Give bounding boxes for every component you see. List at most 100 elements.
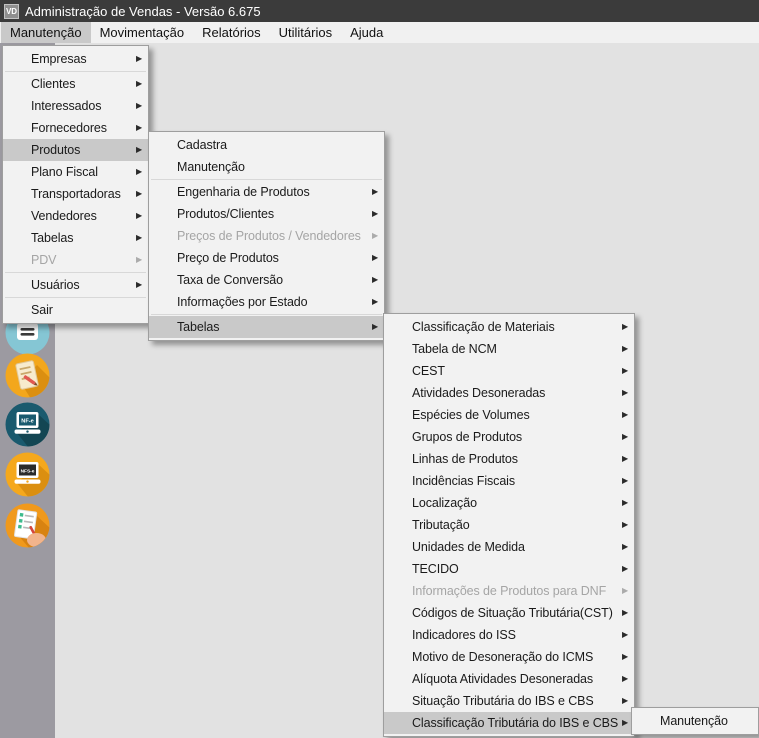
menu-item-label: Fornecedores	[31, 121, 107, 135]
submenu-arrow-icon: ▶	[135, 123, 142, 132]
menu-item-label: Informações de Produtos para DNF	[412, 584, 607, 598]
menu-item-unidades-de-medida[interactable]: Unidades de Medida ▶	[384, 536, 634, 558]
menu-item-empresas[interactable]: Empresas ▶	[3, 48, 148, 70]
menu-item-aliquota-atividades-desoneradas[interactable]: Alíquota Atividades Desoneradas ▶	[384, 668, 634, 690]
submenu-arrow-icon: ▶	[621, 366, 628, 375]
menu-item-codigos-de-situacao-tributaria-cst[interactable]: Códigos de Situação Tributária(CST) ▶	[384, 602, 634, 624]
menu-tabelas: Classificação de Materiais ▶ Tabela de NCM…	[383, 313, 635, 737]
menu-item-tabelas[interactable]: Tabelas ▶	[149, 316, 384, 338]
menu-item-atividades-desoneradas[interactable]: Atividades Desoneradas ▶	[384, 382, 634, 404]
menu-item-label: CEST	[412, 364, 445, 378]
submenu-arrow-icon: ▶	[621, 388, 628, 397]
menu-item-tecido[interactable]: TECIDO ▶	[384, 558, 634, 580]
menu-item-label: TECIDO	[412, 562, 459, 576]
menubar-item-manutencao[interactable]: Manutenção	[1, 22, 91, 43]
submenu-arrow-icon: ▶	[621, 652, 628, 661]
menu-separator	[151, 314, 382, 315]
menubar-item-utilitarios[interactable]: Utilitários	[270, 22, 341, 43]
nfe-icon[interactable]: NF-e	[5, 402, 50, 447]
svg-text:NFS-e: NFS-e	[21, 468, 35, 474]
submenu-arrow-icon: ▶	[371, 253, 378, 262]
menu-item-clientes[interactable]: Clientes ▶	[3, 73, 148, 95]
menu-item-label: Classificação Tributária do IBS e CBS	[412, 716, 619, 730]
menu-classificacao-tributaria-ibs-cbs: Manutenção	[631, 707, 759, 735]
submenu-arrow-icon: ▶	[371, 187, 378, 196]
nfse-icon[interactable]: NFS-e	[5, 452, 50, 497]
menu-item-label: Taxa de Conversão	[177, 273, 284, 287]
menubar-item-movimentacao[interactable]: Movimentação	[91, 22, 194, 43]
menu-item-label: Tabelas	[31, 231, 74, 245]
menu-item-classificacao-tributaria-do-ibs-e-cbs[interactable]: Classificação Tributária do IBS e CBS ▶	[384, 712, 634, 734]
menu-item-label: Alíquota Atividades Desoneradas	[412, 672, 594, 686]
menu-item-grupos-de-produtos[interactable]: Grupos de Produtos ▶	[384, 426, 634, 448]
submenu-arrow-icon: ▶	[135, 233, 142, 242]
menu-item-label: Atividades Desoneradas	[412, 386, 546, 400]
menu-item-localizacao[interactable]: Localização ▶	[384, 492, 634, 514]
menu-item-label: Preço de Produtos	[177, 251, 279, 265]
menu-item-cadastra[interactable]: Cadastra	[149, 134, 384, 156]
menu-item-label: Manutenção	[177, 160, 245, 174]
menu-item-especies-de-volumes[interactable]: Espécies de Volumes ▶	[384, 404, 634, 426]
menu-item-pdv[interactable]: PDV ▶	[3, 249, 148, 271]
menu-item-manutencao[interactable]: Manutenção	[149, 156, 384, 178]
submenu-arrow-icon: ▶	[135, 167, 142, 176]
document-pencil-icon[interactable]	[5, 353, 50, 398]
submenu-arrow-icon: ▶	[621, 498, 628, 507]
checklist-hand-icon[interactable]	[5, 503, 50, 548]
menu-item-label: Vendedores	[31, 209, 97, 223]
menu-item-produtos[interactable]: Produtos ▶	[3, 139, 148, 161]
title-bar[interactable]: VD Administração de Vendas - Versão 6.67…	[0, 0, 759, 22]
menu-item-label: PDV	[31, 253, 57, 267]
menu-item-label: Motivo de Desoneração do ICMS	[412, 650, 594, 664]
app-window: VD Administração de Vendas - Versão 6.67…	[0, 0, 759, 738]
submenu-arrow-icon: ▶	[371, 231, 378, 240]
submenu-arrow-icon: ▶	[371, 297, 378, 306]
menu-item-tributacao[interactable]: Tributação ▶	[384, 514, 634, 536]
submenu-arrow-icon: ▶	[135, 101, 142, 110]
menu-item-informacoes-por-estado[interactable]: Informações por Estado ▶	[149, 291, 384, 313]
menu-item-linhas-de-produtos[interactable]: Linhas de Produtos ▶	[384, 448, 634, 470]
submenu-arrow-icon: ▶	[621, 410, 628, 419]
menu-item-tabela-de-ncm[interactable]: Tabela de NCM ▶	[384, 338, 634, 360]
menu-item-motivo-de-desoneracao-do-icms[interactable]: Motivo de Desoneração do ICMS ▶	[384, 646, 634, 668]
menu-item-manutencao[interactable]: Manutenção	[632, 710, 758, 732]
menu-item-taxa-de-conversao[interactable]: Taxa de Conversão ▶	[149, 269, 384, 291]
submenu-arrow-icon: ▶	[371, 322, 378, 331]
menu-item-label: Unidades de Medida	[412, 540, 525, 554]
submenu-arrow-icon: ▶	[135, 280, 142, 289]
menubar-item-ajuda[interactable]: Ajuda	[341, 22, 392, 43]
menu-item-indicadores-do-iss[interactable]: Indicadores do ISS ▶	[384, 624, 634, 646]
menubar-item-relatorios[interactable]: Relatórios	[193, 22, 270, 43]
menu-separator	[151, 179, 382, 180]
submenu-arrow-icon: ▶	[621, 564, 628, 573]
submenu-arrow-icon: ▶	[621, 432, 628, 441]
menu-item-fornecedores[interactable]: Fornecedores ▶	[3, 117, 148, 139]
menu-item-precos-de-produtos-vendedores[interactable]: Preços de Produtos / Vendedores ▶	[149, 225, 384, 247]
menu-produtos: Cadastra Manutenção Engenharia de Produtos…	[148, 131, 385, 341]
menu-item-vendedores[interactable]: Vendedores ▶	[3, 205, 148, 227]
menu-item-cest[interactable]: CEST ▶	[384, 360, 634, 382]
menu-item-incidencias-fiscais[interactable]: Incidências Fiscais ▶	[384, 470, 634, 492]
menu-item-situacao-tributaria-do-ibs-e-cbs[interactable]: Situação Tributária do IBS e CBS ▶	[384, 690, 634, 712]
menu-separator	[5, 297, 146, 298]
menu-item-label: Preços de Produtos / Vendedores	[177, 229, 361, 243]
menu-item-engenharia-de-produtos[interactable]: Engenharia de Produtos ▶	[149, 181, 384, 203]
menu-item-usuarios[interactable]: Usuários ▶	[3, 274, 148, 296]
menu-item-plano-fiscal[interactable]: Plano Fiscal ▶	[3, 161, 148, 183]
menu-item-produtos-clientes[interactable]: Produtos/Clientes ▶	[149, 203, 384, 225]
submenu-arrow-icon: ▶	[371, 275, 378, 284]
menu-manutencao: Empresas ▶ Clientes ▶ Interessados ▶ Fornecedo…	[2, 45, 149, 324]
submenu-arrow-icon: ▶	[621, 454, 628, 463]
menu-item-preco-de-produtos[interactable]: Preço de Produtos ▶	[149, 247, 384, 269]
submenu-arrow-icon: ▶	[371, 209, 378, 218]
menu-item-label: Linhas de Produtos	[412, 452, 518, 466]
menu-item-informacoes-de-produtos-para-dnf[interactable]: Informações de Produtos para DNF ▶	[384, 580, 634, 602]
menu-item-label: Localização	[412, 496, 477, 510]
menu-item-sair[interactable]: Sair	[3, 299, 148, 321]
submenu-arrow-icon: ▶	[621, 344, 628, 353]
menu-item-interessados[interactable]: Interessados ▶	[3, 95, 148, 117]
menu-item-classificacao-de-materiais[interactable]: Classificação de Materiais ▶	[384, 316, 634, 338]
menu-item-tabelas[interactable]: Tabelas ▶	[3, 227, 148, 249]
menu-item-label: Tributação	[412, 518, 470, 532]
menu-item-transportadoras[interactable]: Transportadoras ▶	[3, 183, 148, 205]
